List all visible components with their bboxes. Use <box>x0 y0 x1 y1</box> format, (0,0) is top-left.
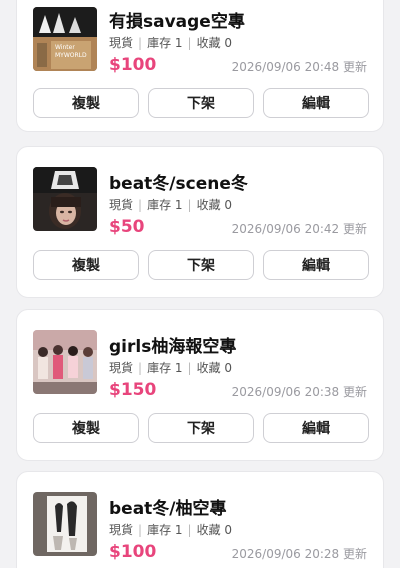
listing-card[interactable]: girls柚海報空專 現貨 | 庫存 1 | 收藏 0 $150 2026/09/06 … <box>16 309 384 461</box>
divider: | <box>187 523 192 537</box>
listing-price: $150 <box>109 380 157 400</box>
svg-text:Winter: Winter <box>55 44 75 51</box>
favorite-count: 收藏 0 <box>196 36 233 50</box>
listing-meta: 現貨 | 庫存 1 | 收藏 0 <box>109 359 232 376</box>
album-cover-photo: Winter MYWORLD <box>33 7 97 71</box>
listing-thumbnail[interactable] <box>33 330 97 394</box>
listing-thumbnail[interactable]: Winter MYWORLD <box>33 7 97 71</box>
listing-price: $100 <box>109 542 157 562</box>
listing-meta: 現貨 | 庫存 1 | 收藏 0 <box>109 521 232 538</box>
stock-status: 現貨 <box>109 361 134 375</box>
listing-list: Winter MYWORLD 有損savage空專 現貨 | 庫存 1 | 收藏 0 $… <box>0 0 400 568</box>
favorite-count: 收藏 0 <box>196 523 233 537</box>
favorite-count: 收藏 0 <box>196 361 233 375</box>
stock-status: 現貨 <box>109 198 134 212</box>
divider: | <box>187 361 192 375</box>
divider: | <box>138 361 143 375</box>
stock-count: 庫存 1 <box>147 361 183 375</box>
updated-timestamp: 2026/09/06 20:48 更新 <box>231 60 367 74</box>
edit-button[interactable]: 編輯 <box>263 250 369 280</box>
group-poster-photo <box>33 330 97 394</box>
favorite-count: 收藏 0 <box>196 198 233 212</box>
listing-price: $50 <box>109 217 145 237</box>
stock-count: 庫存 1 <box>147 523 183 537</box>
divider: | <box>187 36 192 50</box>
listing-title[interactable]: 有損savage空專 <box>109 7 245 32</box>
stock-status: 現貨 <box>109 523 134 537</box>
photocard-photo <box>33 167 97 231</box>
listing-card[interactable]: beat冬/scene冬 現貨 | 庫存 1 | 收藏 0 $50 2026/09/06… <box>16 146 384 298</box>
unlist-button[interactable]: 下架 <box>148 413 254 443</box>
listing-thumbnail[interactable] <box>33 492 97 556</box>
updated-timestamp: 2026/09/06 20:42 更新 <box>231 222 367 236</box>
divider: | <box>138 523 143 537</box>
listing-meta: 現貨 | 庫存 1 | 收藏 0 <box>109 196 232 213</box>
listing-meta: 現貨 | 庫存 1 | 收藏 0 <box>109 34 232 51</box>
copy-button[interactable]: 複製 <box>33 250 139 280</box>
listing-actions: 複製 下架 編輯 <box>33 88 369 118</box>
listing-card[interactable]: Winter MYWORLD 有損savage空專 現貨 | 庫存 1 | 收藏 0 $… <box>16 0 384 132</box>
listing-price: $100 <box>109 55 157 75</box>
listing-thumbnail[interactable] <box>33 167 97 231</box>
copy-button[interactable]: 複製 <box>33 88 139 118</box>
unlist-button[interactable]: 下架 <box>148 250 254 280</box>
copy-button[interactable]: 複製 <box>33 413 139 443</box>
listing-title[interactable]: beat冬/柚空專 <box>109 494 227 519</box>
edit-button[interactable]: 編輯 <box>263 413 369 443</box>
album-sketch-photo <box>33 492 97 556</box>
listing-card[interactable]: beat冬/柚空專 現貨 | 庫存 1 | 收藏 0 $100 2026/09/06 2… <box>16 471 384 568</box>
stock-count: 庫存 1 <box>147 198 183 212</box>
listing-actions: 複製 下架 編輯 <box>33 250 369 280</box>
edit-button[interactable]: 編輯 <box>263 88 369 118</box>
updated-timestamp: 2026/09/06 20:38 更新 <box>231 385 367 399</box>
listing-title[interactable]: girls柚海報空專 <box>109 332 236 357</box>
stock-count: 庫存 1 <box>147 36 183 50</box>
unlist-button[interactable]: 下架 <box>148 88 254 118</box>
svg-text:MYWORLD: MYWORLD <box>55 52 87 59</box>
updated-timestamp: 2026/09/06 20:28 更新 <box>231 547 367 561</box>
listing-title[interactable]: beat冬/scene冬 <box>109 169 248 194</box>
stock-status: 現貨 <box>109 36 134 50</box>
listing-actions: 複製 下架 編輯 <box>33 413 369 443</box>
divider: | <box>187 198 192 212</box>
divider: | <box>138 36 143 50</box>
divider: | <box>138 198 143 212</box>
